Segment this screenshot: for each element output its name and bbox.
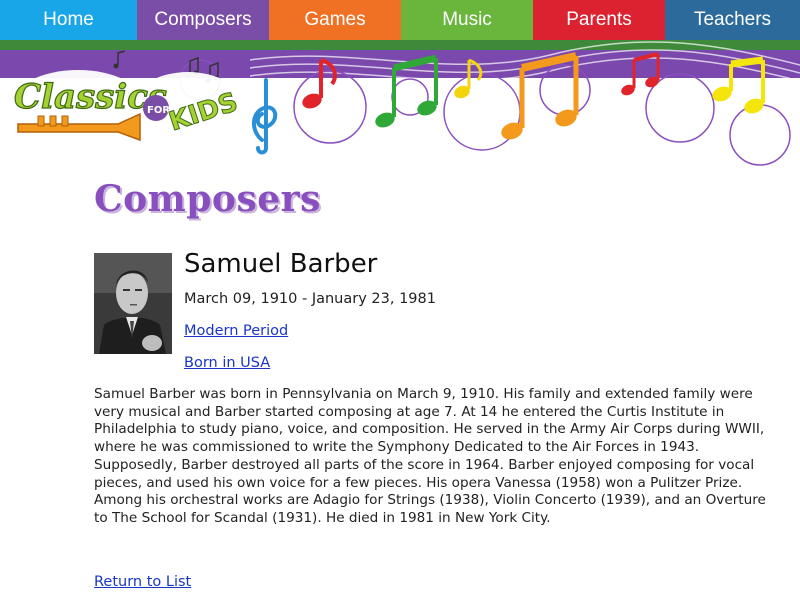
born-in-link[interactable]: Born in USA	[184, 355, 270, 371]
nav-games[interactable]: Games	[269, 0, 401, 40]
composer-portrait	[94, 253, 172, 354]
nav-home[interactable]: Home	[0, 0, 137, 40]
composer-bio: Samuel Barber was born in Pennsylvania o…	[94, 386, 766, 526]
portrait-image	[94, 253, 172, 354]
page-title: Composers	[94, 178, 321, 220]
classics-for-kids-logo[interactable]: Classics FOR KIDS	[8, 62, 248, 150]
nav-teachers[interactable]: Teachers	[665, 0, 800, 40]
logo-graphic: Classics FOR KIDS	[12, 70, 242, 142]
nav-composers[interactable]: Composers	[137, 0, 269, 40]
composer-dates: March 09, 1910 - January 23, 1981	[184, 291, 436, 307]
period-link[interactable]: Modern Period	[184, 323, 288, 339]
return-to-list-link[interactable]: Return to List	[94, 574, 191, 590]
nav-parents[interactable]: Parents	[533, 0, 665, 40]
composer-name: Samuel Barber	[184, 249, 378, 279]
top-nav: Home Composers Games Music Parents Teach…	[0, 0, 800, 40]
nav-music[interactable]: Music	[401, 0, 533, 40]
